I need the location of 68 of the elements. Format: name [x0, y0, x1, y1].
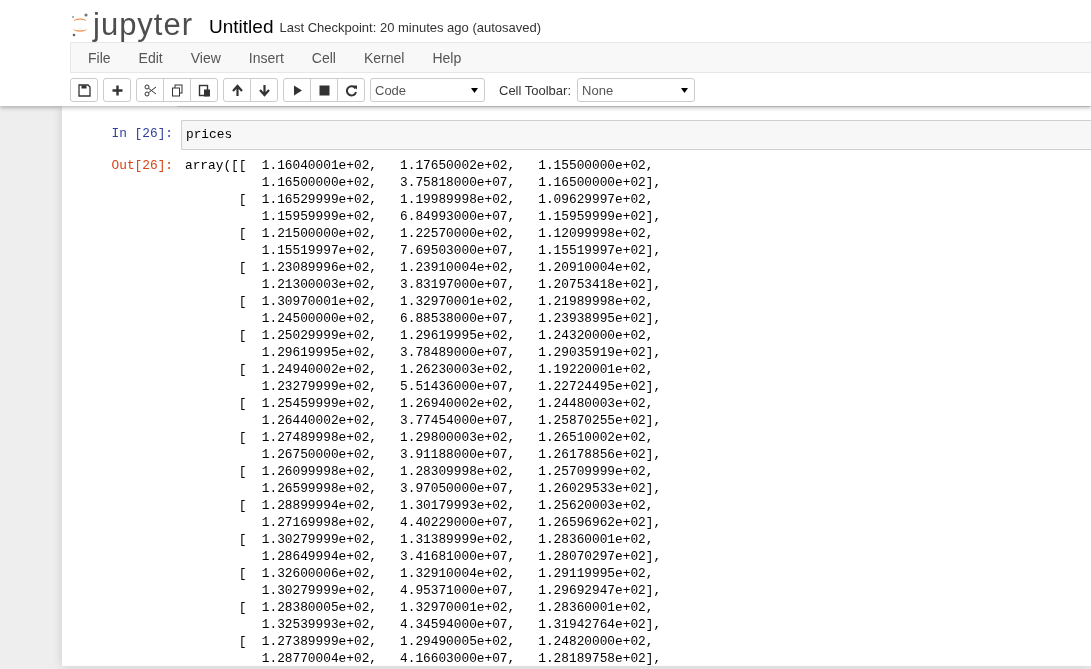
save-icon [77, 83, 91, 97]
menu-item[interactable]: File [75, 49, 124, 66]
code-input-field[interactable]: prices [181, 120, 1091, 150]
output-line: [ 1.30279999e+02, 1.31389999e+02, 1.28360001e+02, [237, 531, 655, 548]
paste-button[interactable] [190, 78, 218, 102]
output-line: [ 1.21500000e+02, 1.22570000e+02, 1.12099998e+02, [237, 225, 655, 242]
save-button[interactable] [70, 78, 98, 102]
output-line: [ 1.30970001e+02, 1.32970001e+02, 1.21989998e+02, [237, 293, 655, 310]
run-button[interactable] [283, 78, 311, 102]
output-line: [ 1.32600006e+02, 1.32910004e+02, 1.29119995e+02, [237, 565, 655, 582]
output-line: [ 1.27489998e+02, 1.29800003e+02, 1.26510002e+02, [237, 429, 655, 446]
paste-icon [197, 83, 211, 97]
output-line: [ 1.28899994e+02, 1.30179993e+02, 1.25620003e+02, [237, 497, 655, 514]
cut-button[interactable] [136, 78, 164, 102]
logo-icon [70, 12, 90, 38]
copy-button[interactable] [163, 78, 191, 102]
plus-icon [110, 83, 124, 97]
output-line: 1.15519997e+02, 7.69503000e+07, 1.15519997e+02], [260, 242, 662, 259]
output-line: 1.26599998e+02, 3.97050000e+07, 1.26029533e+02], [260, 480, 662, 497]
insert-cell-button[interactable] [103, 78, 131, 102]
notebook-name[interactable]: Untitled [209, 14, 274, 40]
output-line: 1.23279999e+02, 5.51436000e+07, 1.22724495e+02], [260, 378, 662, 395]
output-line: 1.16500000e+02, 3.75818000e+07, 1.16500000e+02], [260, 174, 662, 191]
cell-toolbar-dropdown[interactable]: None [577, 78, 696, 102]
arrow-up-icon [230, 83, 244, 97]
output-line: [ 1.25029999e+02, 1.29619995e+02, 1.24320000e+02, [237, 327, 655, 344]
input-prompt: In [26]: [110, 125, 174, 143]
restart-icon [344, 83, 358, 97]
output-line: [ 1.16529999e+02, 1.19989998e+02, 1.09629997e+02, [237, 191, 655, 208]
output-line: 1.32539993e+02, 4.34594000e+07, 1.31942764e+02], [260, 616, 662, 633]
checkpoint-status: Last Checkpoint: 20 minutes ago (autosaved) [279, 19, 542, 37]
logo-text[interactable]: jupyter [93, 10, 194, 40]
restart-button[interactable] [337, 78, 365, 102]
output-line: 1.27169998e+02, 4.40229000e+07, 1.26596962e+02], [260, 514, 662, 531]
cell-toolbar-label: Cell Toolbar: [499, 82, 572, 98]
output-line: 1.15959999e+02, 6.84993000e+07, 1.15959999e+02], [260, 208, 662, 225]
caret-icon [471, 87, 478, 93]
output-line: 1.29619995e+02, 3.78489000e+07, 1.29035919e+02], [260, 344, 662, 361]
menu-item[interactable]: View [177, 49, 234, 66]
menu-item[interactable]: Insert [235, 49, 297, 66]
output-line: [ 1.26099998e+02, 1.28309998e+02, 1.25709999e+02, [237, 463, 655, 480]
output-line: 1.24500000e+02, 6.88538000e+07, 1.23938995e+02], [260, 310, 662, 327]
output-line: 1.28770004e+02, 4.16603000e+07, 1.28189758e+02], [260, 650, 662, 667]
output-line: 1.28649994e+02, 3.41681000e+07, 1.28070297e+02], [260, 548, 662, 565]
stop-icon [317, 83, 331, 97]
scissors-icon [143, 83, 157, 97]
output-prompt: Out[26]: [110, 157, 174, 174]
output-line: 1.26750000e+02, 3.91188000e+07, 1.26178856e+02], [260, 446, 662, 463]
menu-item[interactable]: Help [419, 49, 475, 66]
move-down-button[interactable] [250, 78, 278, 102]
output-line: [ 1.27389999e+02, 1.29490005e+02, 1.24820000e+02, [237, 633, 655, 650]
output-line: 1.30279999e+02, 4.95371000e+07, 1.29692947e+02], [260, 582, 662, 599]
copy-icon [170, 83, 184, 97]
arrow-down-icon [257, 83, 271, 97]
output-line: 1.26440002e+02, 3.77454000e+07, 1.25870255e+02], [260, 412, 662, 429]
output-line: [ 1.24940002e+02, 1.26230003e+02, 1.19220001e+02, [237, 361, 655, 378]
output-line: [ 1.23089996e+02, 1.23910004e+02, 1.20910004e+02, [237, 259, 655, 276]
output-line: [ 1.28380005e+02, 1.32970001e+02, 1.28360001e+02, [237, 599, 655, 616]
move-up-button[interactable] [223, 78, 251, 102]
output-line: [ 1.25459999e+02, 1.26940002e+02, 1.24480003e+02, [237, 395, 655, 412]
menu-item[interactable]: Kernel [350, 49, 418, 66]
interrupt-button[interactable] [310, 78, 338, 102]
menu-item[interactable]: Cell [298, 49, 349, 66]
cell-type-dropdown[interactable]: Code [370, 78, 485, 102]
caret-icon [681, 87, 689, 93]
menu-item[interactable]: Edit [125, 49, 176, 66]
output-line: array([[ 1.16040001e+02, 1.17650002e+02, 1.15500000e+02, [185, 157, 655, 174]
output-line: 1.21300003e+02, 3.83197000e+07, 1.20753418e+02], [260, 276, 662, 293]
